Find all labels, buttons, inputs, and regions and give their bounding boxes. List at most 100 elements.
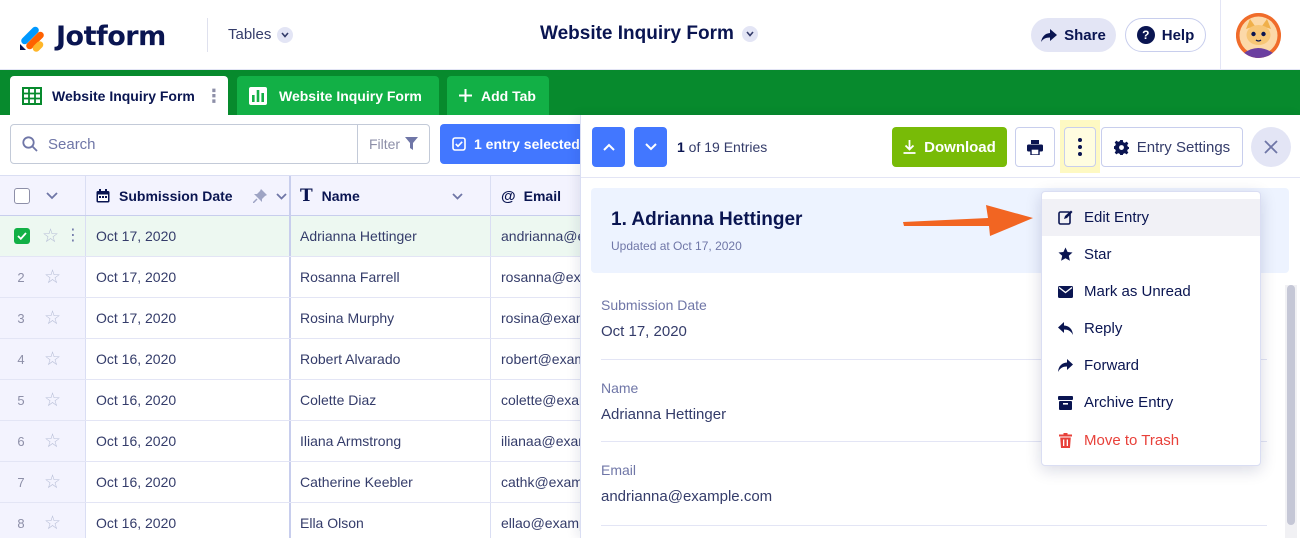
- search-input[interactable]: Search: [10, 124, 358, 164]
- table-row[interactable]: ☆ ⋮ Oct 17, 2020 Adrianna Hettinger andriann…: [0, 216, 580, 257]
- row-options-icon[interactable]: ⋮: [65, 228, 81, 244]
- help-button[interactable]: ? Help: [1125, 18, 1206, 52]
- scrollbar-thumb[interactable]: [1287, 285, 1295, 525]
- chevron-down-icon[interactable]: [46, 191, 58, 200]
- cell-email[interactable]: rosina@example.com: [491, 298, 580, 338]
- cell-submission-date[interactable]: Oct 17, 2020: [86, 298, 291, 338]
- app-header: Jotform Tables Website Inquiry Form Shar…: [0, 0, 1300, 70]
- row-number: 4: [17, 351, 25, 367]
- row-controls: 3 ☆: [0, 298, 86, 338]
- row-checkbox[interactable]: [14, 228, 30, 244]
- download-button[interactable]: Download: [892, 127, 1007, 167]
- cell-email[interactable]: colette@example.com: [491, 380, 580, 420]
- share-button[interactable]: Share: [1031, 18, 1116, 52]
- tables-dropdown[interactable]: Tables: [228, 26, 294, 43]
- column-header-name[interactable]: T Name: [291, 176, 491, 216]
- star-icon[interactable]: ☆: [44, 307, 61, 330]
- select-all-header: [0, 176, 86, 215]
- star-icon[interactable]: ☆: [42, 225, 59, 248]
- header-divider: [207, 18, 208, 52]
- close-panel-button[interactable]: [1251, 127, 1291, 167]
- at-sign-icon: @: [501, 187, 516, 205]
- tab-table[interactable]: Website Inquiry Form ⋮: [10, 76, 228, 115]
- star-icon[interactable]: ☆: [44, 266, 61, 289]
- column-header-email[interactable]: @ Email: [491, 176, 580, 216]
- chevron-down-icon[interactable]: [452, 192, 463, 200]
- filter-button[interactable]: Filter: [357, 124, 430, 164]
- calendar-icon: [96, 189, 110, 203]
- table-row[interactable]: 7 ☆ Oct 16, 2020 Catherine Keebler cathk@exa…: [0, 462, 580, 503]
- cell-submission-date[interactable]: Oct 16, 2020: [86, 339, 291, 379]
- tab-report[interactable]: Website Inquiry Form: [237, 76, 439, 115]
- cell-name[interactable]: Adrianna Hettinger: [291, 216, 491, 256]
- cell-submission-date[interactable]: Oct 17, 2020: [86, 216, 291, 256]
- cell-name[interactable]: Iliana Armstrong: [291, 421, 491, 461]
- star-icon[interactable]: ☆: [44, 430, 61, 453]
- menu-item-forward[interactable]: Forward: [1042, 347, 1260, 384]
- cell-submission-date[interactable]: Oct 16, 2020: [86, 462, 291, 502]
- cell-submission-date[interactable]: Oct 17, 2020: [86, 257, 291, 297]
- cell-name[interactable]: Rosina Murphy: [291, 298, 491, 338]
- cell-name[interactable]: Colette Diaz: [291, 380, 491, 420]
- table-row[interactable]: 3☆Oct 17, 2020Rosina Murphyrosina@exampl…: [0, 298, 580, 339]
- cell-name[interactable]: Robert Alvarado: [291, 339, 491, 379]
- question-icon: ?: [1136, 26, 1155, 44]
- cell-submission-date[interactable]: Oct 16, 2020: [86, 503, 291, 538]
- form-title-dropdown[interactable]: Website Inquiry Form: [540, 23, 758, 45]
- cell-submission-date[interactable]: Oct 16, 2020: [86, 421, 291, 461]
- menu-item-label: Forward: [1084, 357, 1140, 374]
- cell-email[interactable]: rosanna@example.com: [491, 257, 580, 297]
- table-body: ☆ ⋮ Oct 17, 2020 Adrianna Hettinger andriann…: [0, 216, 580, 538]
- row-controls: ☆ ⋮: [0, 216, 86, 256]
- jotform-logo[interactable]: Jotform: [18, 19, 166, 53]
- cell-email[interactable]: robert@example.com: [491, 339, 580, 379]
- entry-settings-button[interactable]: Entry Settings: [1101, 127, 1243, 167]
- column-header-submission-date[interactable]: Submission Date: [86, 176, 291, 216]
- table-row[interactable]: 6 ☆ Oct 16, 2020 Iliana Armstrong ilianaa@ex…: [0, 421, 580, 462]
- pin-icon[interactable]: [252, 189, 267, 203]
- table-row[interactable]: 5☆Oct 16, 2020Colette Diazcolette@exampl…: [0, 380, 580, 421]
- print-button[interactable]: [1015, 127, 1055, 167]
- avatar[interactable]: [1236, 13, 1281, 58]
- table-row[interactable]: 8 ☆ Oct 16, 2020Ella Olsonellao@example.co…: [0, 503, 580, 538]
- grid-icon: [22, 86, 42, 105]
- selection-actions-button[interactable]: 1 entry selected: [440, 124, 585, 164]
- select-all-checkbox[interactable]: [14, 187, 30, 204]
- add-tab-button[interactable]: Add Tab: [447, 76, 549, 115]
- menu-item-label: Move to Trash: [1084, 432, 1180, 449]
- form-title: Website Inquiry Form: [540, 23, 734, 44]
- cell-email[interactable]: ilianaa@example.com: [491, 421, 580, 461]
- table-row[interactable]: 2☆Oct 17, 2020Rosanna Farrellrosanna@exa…: [0, 257, 580, 298]
- cell-name[interactable]: Catherine Keebler: [291, 462, 491, 502]
- star-icon[interactable]: ☆: [44, 512, 61, 535]
- cell-email[interactable]: ellao@example.com: [491, 503, 580, 538]
- column-label: Name: [321, 188, 360, 204]
- cell-name[interactable]: Rosanna Farrell: [291, 257, 491, 297]
- next-entry-button[interactable]: [634, 127, 667, 167]
- menu-item-label: Archive Entry: [1084, 394, 1174, 411]
- menu-item-reply[interactable]: Reply: [1042, 310, 1260, 347]
- menu-item-archive-entry[interactable]: Archive Entry: [1042, 384, 1260, 421]
- column-label: Email: [523, 188, 561, 204]
- cell-email[interactable]: andrianna@example.com: [491, 216, 580, 256]
- cell-email[interactable]: cathk@example.com: [491, 462, 580, 502]
- row-number: 8: [17, 515, 25, 531]
- field-email: Email andrianna@example.com: [601, 462, 1267, 526]
- previous-entry-button[interactable]: [592, 127, 625, 167]
- tab-options-icon[interactable]: ⋮: [205, 87, 223, 105]
- table-row[interactable]: 4 ☆ Oct 16, 2020Robert Alvaradorobert@exam…: [0, 339, 580, 380]
- menu-item-star[interactable]: Star: [1042, 236, 1260, 273]
- menu-item-mark-unread[interactable]: Mark as Unread: [1042, 273, 1260, 310]
- cell-name[interactable]: Ella Olson: [291, 503, 491, 538]
- star-icon[interactable]: ☆: [44, 389, 61, 412]
- menu-item-edit-entry[interactable]: Edit Entry: [1042, 199, 1260, 236]
- more-options-button[interactable]: [1064, 126, 1096, 167]
- archive-icon: [1057, 395, 1073, 411]
- dot: [1078, 144, 1082, 149]
- menu-item-move-to-trash[interactable]: Move to Trash: [1042, 422, 1260, 459]
- star-icon[interactable]: ☆: [44, 471, 61, 494]
- chevron-down-icon[interactable]: [275, 192, 287, 200]
- cell-submission-date[interactable]: Oct 16, 2020: [86, 380, 291, 420]
- panel-scrollbar[interactable]: [1285, 285, 1297, 538]
- star-icon[interactable]: ☆: [44, 348, 61, 371]
